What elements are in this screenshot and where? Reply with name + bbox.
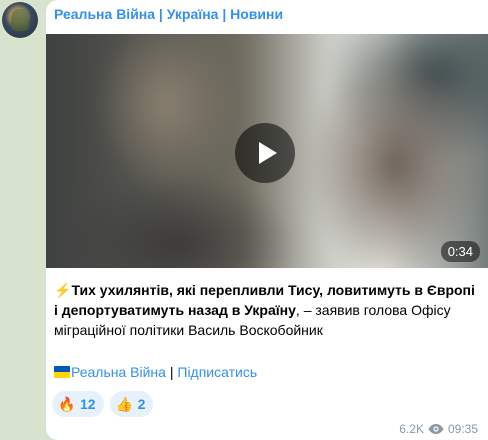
message-footer: Реальна Війна | Підписатись bbox=[54, 364, 257, 380]
reaction-count: 2 bbox=[137, 396, 146, 412]
channel-avatar[interactable] bbox=[2, 2, 38, 38]
message-bubble: Реальна Війна | Україна | Новини 0:34 ⚡Т… bbox=[46, 0, 488, 440]
video-duration: 0:34 bbox=[440, 241, 480, 262]
fire-icon: 🔥 bbox=[58, 396, 76, 412]
play-icon bbox=[259, 142, 277, 164]
footer-separator: | bbox=[165, 364, 178, 380]
channel-link[interactable]: Реальна Війна bbox=[71, 364, 166, 380]
lightning-emoji: ⚡ bbox=[54, 282, 72, 298]
video-preview[interactable]: 0:34 bbox=[46, 34, 488, 268]
message-text: ⚡Тих ухилянтів, які перепливли Тису, лов… bbox=[54, 280, 482, 340]
subscribe-link[interactable]: Підписатись bbox=[177, 364, 257, 380]
view-count: 6.2K bbox=[399, 422, 424, 436]
thumbs-up-icon: 👍 bbox=[115, 396, 134, 412]
message-time: 09:35 bbox=[447, 422, 478, 436]
reactions-bar: 🔥 12 👍 2 bbox=[52, 391, 154, 417]
reaction-thumbs-up[interactable]: 👍 2 bbox=[109, 391, 154, 417]
play-button[interactable] bbox=[235, 123, 295, 183]
reaction-fire[interactable]: 🔥 12 bbox=[52, 391, 104, 417]
channel-name[interactable]: Реальна Війна | Україна | Новини bbox=[54, 6, 283, 22]
eye-icon bbox=[428, 424, 444, 434]
reaction-count: 12 bbox=[80, 396, 96, 412]
ukraine-flag-icon bbox=[54, 366, 70, 378]
message-meta: 6.2K 09:35 bbox=[399, 422, 478, 436]
